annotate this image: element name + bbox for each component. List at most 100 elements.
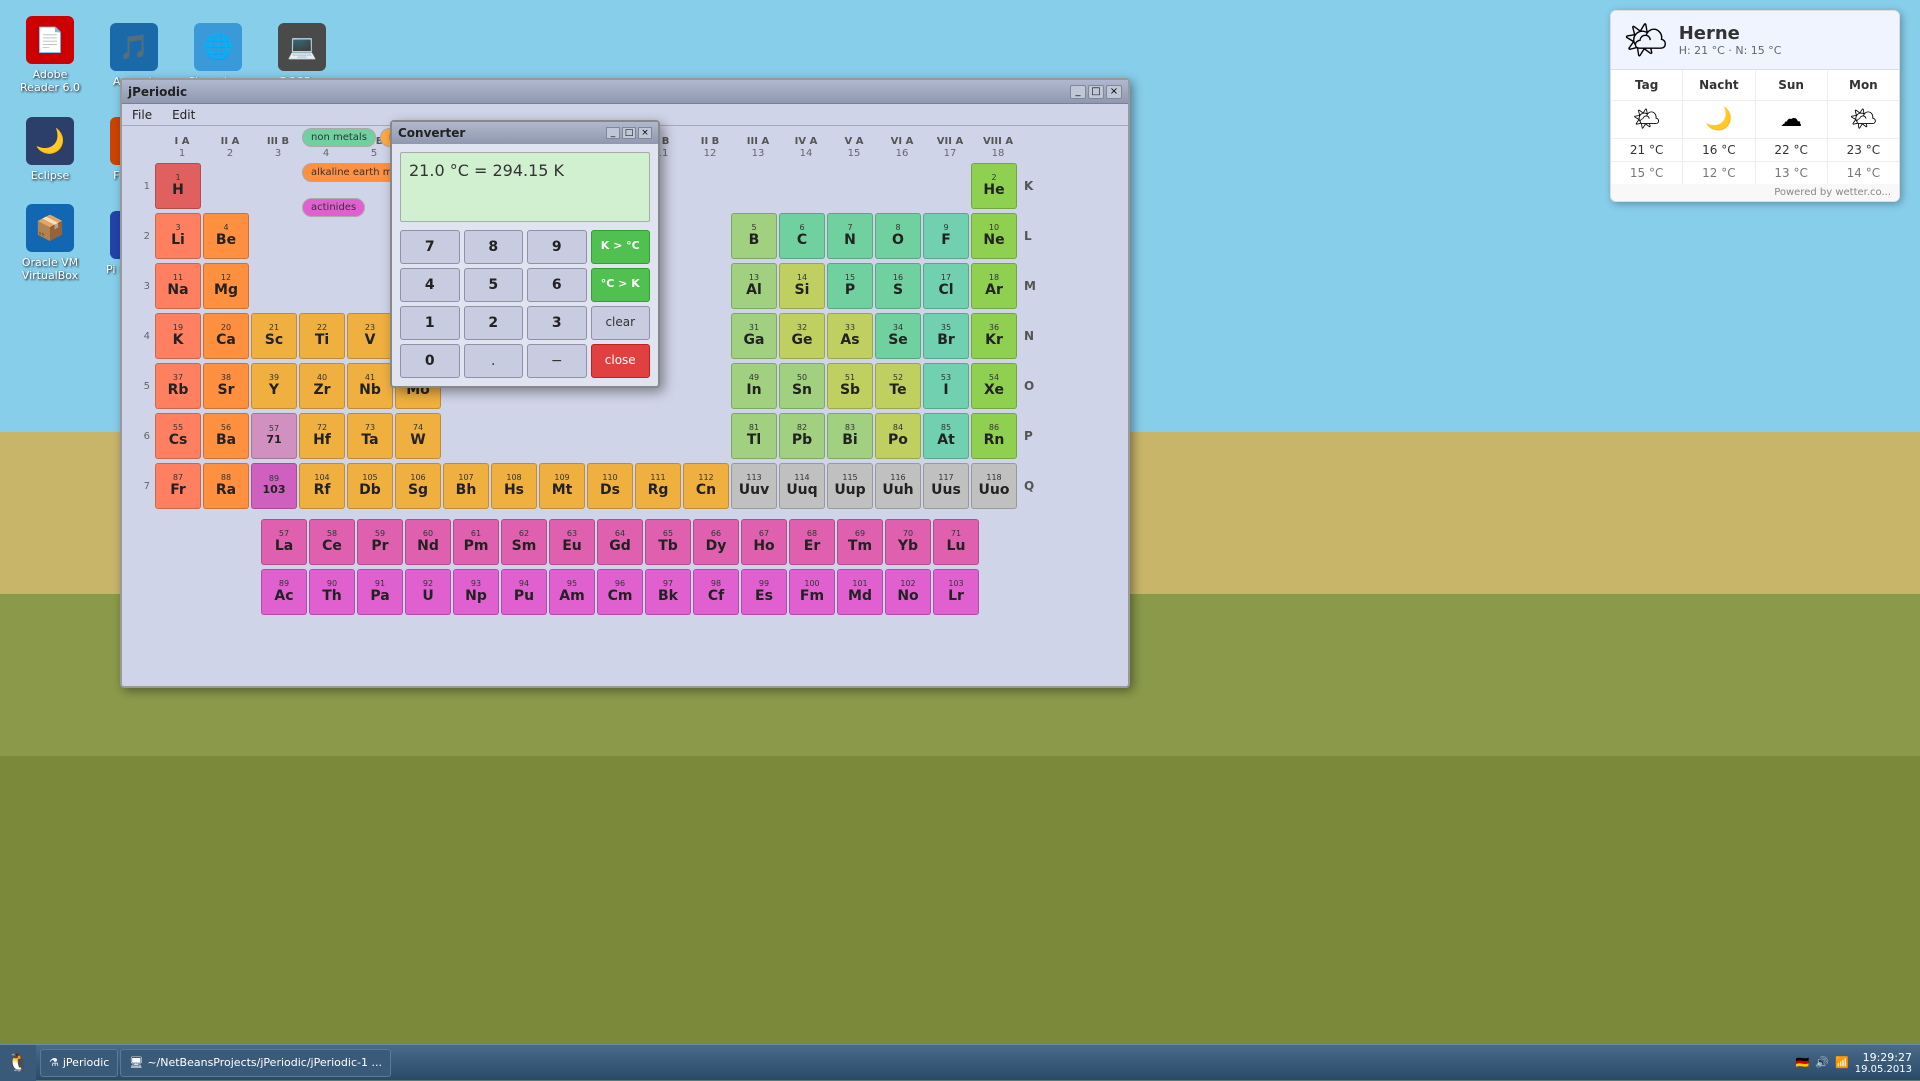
element-Ga[interactable]: 31Ga <box>731 313 777 359</box>
window-minimize-button[interactable]: _ <box>1070 85 1086 99</box>
element-Nd[interactable]: 60Nd <box>405 519 451 565</box>
element-Bi[interactable]: 83Bi <box>827 413 873 459</box>
desktop-icon-eclipse[interactable]: 🌙 Eclipse <box>10 104 90 194</box>
element-I[interactable]: 53I <box>923 363 969 409</box>
conv-btn-close[interactable]: close <box>591 344 651 378</box>
element-Cf[interactable]: 98Cf <box>693 569 739 615</box>
conv-btn-minus[interactable]: − <box>527 344 587 378</box>
element-Bh[interactable]: 107Bh <box>443 463 489 509</box>
conv-btn-c-to-k[interactable]: °C > K <box>591 268 651 302</box>
element-Ac-ref[interactable]: 89103 <box>251 463 297 509</box>
element-Ca[interactable]: 20Ca <box>203 313 249 359</box>
element-Tb[interactable]: 65Tb <box>645 519 691 565</box>
element-Po[interactable]: 84Po <box>875 413 921 459</box>
conv-btn-dot[interactable]: . <box>464 344 524 378</box>
element-Uup[interactable]: 115Uup <box>827 463 873 509</box>
element-Cn[interactable]: 112Cn <box>683 463 729 509</box>
element-Kr[interactable]: 36Kr <box>971 313 1017 359</box>
element-No[interactable]: 102No <box>885 569 931 615</box>
element-Hs[interactable]: 108Hs <box>491 463 537 509</box>
element-Rg[interactable]: 111Rg <box>635 463 681 509</box>
element-O[interactable]: 8O <box>875 213 921 259</box>
element-Bk[interactable]: 97Bk <box>645 569 691 615</box>
conv-btn-6[interactable]: 6 <box>527 268 587 302</box>
element-Pm[interactable]: 61Pm <box>453 519 499 565</box>
window-close-button[interactable]: × <box>1106 85 1122 99</box>
element-Ho[interactable]: 67Ho <box>741 519 787 565</box>
element-Ti[interactable]: 22Ti <box>299 313 345 359</box>
element-As[interactable]: 33As <box>827 313 873 359</box>
element-S[interactable]: 16S <box>875 263 921 309</box>
element-Y[interactable]: 39Y <box>251 363 297 409</box>
element-Ds[interactable]: 110Ds <box>587 463 633 509</box>
element-Hf[interactable]: 72Hf <box>299 413 345 459</box>
window-maximize-button[interactable]: □ <box>1088 85 1104 99</box>
element-U[interactable]: 92U <box>405 569 451 615</box>
element-Br[interactable]: 35Br <box>923 313 969 359</box>
legend-nonmetals[interactable]: non metals <box>302 128 376 147</box>
element-Cs[interactable]: 55Cs <box>155 413 201 459</box>
element-Yb[interactable]: 70Yb <box>885 519 931 565</box>
taskbar-start-button[interactable]: 🐧 <box>0 1045 36 1081</box>
element-Sr[interactable]: 38Sr <box>203 363 249 409</box>
element-K[interactable]: 19K <box>155 313 201 359</box>
element-Lu[interactable]: 71Lu <box>933 519 979 565</box>
element-Sg[interactable]: 106Sg <box>395 463 441 509</box>
element-Xe[interactable]: 54Xe <box>971 363 1017 409</box>
element-He[interactable]: 2He <box>971 163 1017 209</box>
element-P[interactable]: 15P <box>827 263 873 309</box>
conv-btn-9[interactable]: 9 <box>527 230 587 264</box>
element-Al[interactable]: 13Al <box>731 263 777 309</box>
element-F[interactable]: 9F <box>923 213 969 259</box>
element-Tm[interactable]: 69Tm <box>837 519 883 565</box>
element-Tl[interactable]: 81Tl <box>731 413 777 459</box>
element-Na[interactable]: 11Na <box>155 263 201 309</box>
desktop-icon-virtualbox[interactable]: 📦 Oracle VM VirtualBox <box>10 198 90 288</box>
element-Fm[interactable]: 100Fm <box>789 569 835 615</box>
element-Uuq[interactable]: 114Uuq <box>779 463 825 509</box>
element-Cm[interactable]: 96Cm <box>597 569 643 615</box>
element-Ba[interactable]: 56Ba <box>203 413 249 459</box>
menu-edit[interactable]: Edit <box>168 106 199 124</box>
element-Cl[interactable]: 17Cl <box>923 263 969 309</box>
element-Uuh[interactable]: 116Uuh <box>875 463 921 509</box>
converter-close-button[interactable]: × <box>638 127 652 139</box>
conv-btn-7[interactable]: 7 <box>400 230 460 264</box>
element-Rf[interactable]: 104Rf <box>299 463 345 509</box>
taskbar-item-jperiodic[interactable]: ⚗ jPeriodic <box>40 1049 118 1077</box>
element-Rn[interactable]: 86Rn <box>971 413 1017 459</box>
element-Er[interactable]: 68Er <box>789 519 835 565</box>
element-Rb[interactable]: 37Rb <box>155 363 201 409</box>
element-Mt[interactable]: 109Mt <box>539 463 585 509</box>
conv-btn-1[interactable]: 1 <box>400 306 460 340</box>
element-La[interactable]: 57La <box>261 519 307 565</box>
element-Sm[interactable]: 62Sm <box>501 519 547 565</box>
element-Pb[interactable]: 82Pb <box>779 413 825 459</box>
element-Ra[interactable]: 88Ra <box>203 463 249 509</box>
element-Ge[interactable]: 32Ge <box>779 313 825 359</box>
element-Uuo[interactable]: 118Uuo <box>971 463 1017 509</box>
element-Db[interactable]: 105Db <box>347 463 393 509</box>
element-Sn[interactable]: 50Sn <box>779 363 825 409</box>
conv-btn-4[interactable]: 4 <box>400 268 460 302</box>
element-Ta[interactable]: 73Ta <box>347 413 393 459</box>
element-Sb[interactable]: 51Sb <box>827 363 873 409</box>
element-Gd[interactable]: 64Gd <box>597 519 643 565</box>
element-V[interactable]: 23V <box>347 313 393 359</box>
element-Uut[interactable]: 113Uuv <box>731 463 777 509</box>
taskbar-item-netbeans[interactable]: 🖥 ~/NetBeansProjects/jPeriodic/jPeriodic… <box>120 1049 391 1077</box>
element-Sc[interactable]: 21Sc <box>251 313 297 359</box>
element-Th[interactable]: 90Th <box>309 569 355 615</box>
element-Be[interactable]: 4Be <box>203 213 249 259</box>
element-In[interactable]: 49In <box>731 363 777 409</box>
conv-btn-5[interactable]: 5 <box>464 268 524 302</box>
element-Pu[interactable]: 94Pu <box>501 569 547 615</box>
element-Se[interactable]: 34Se <box>875 313 921 359</box>
element-Ar[interactable]: 18Ar <box>971 263 1017 309</box>
conv-btn-2[interactable]: 2 <box>464 306 524 340</box>
element-Uus[interactable]: 117Uus <box>923 463 969 509</box>
element-Eu[interactable]: 63Eu <box>549 519 595 565</box>
element-Np[interactable]: 93Np <box>453 569 499 615</box>
element-Zr[interactable]: 40Zr <box>299 363 345 409</box>
desktop-icon-adobe[interactable]: 📄 Adobe Reader 6.0 <box>10 10 90 100</box>
